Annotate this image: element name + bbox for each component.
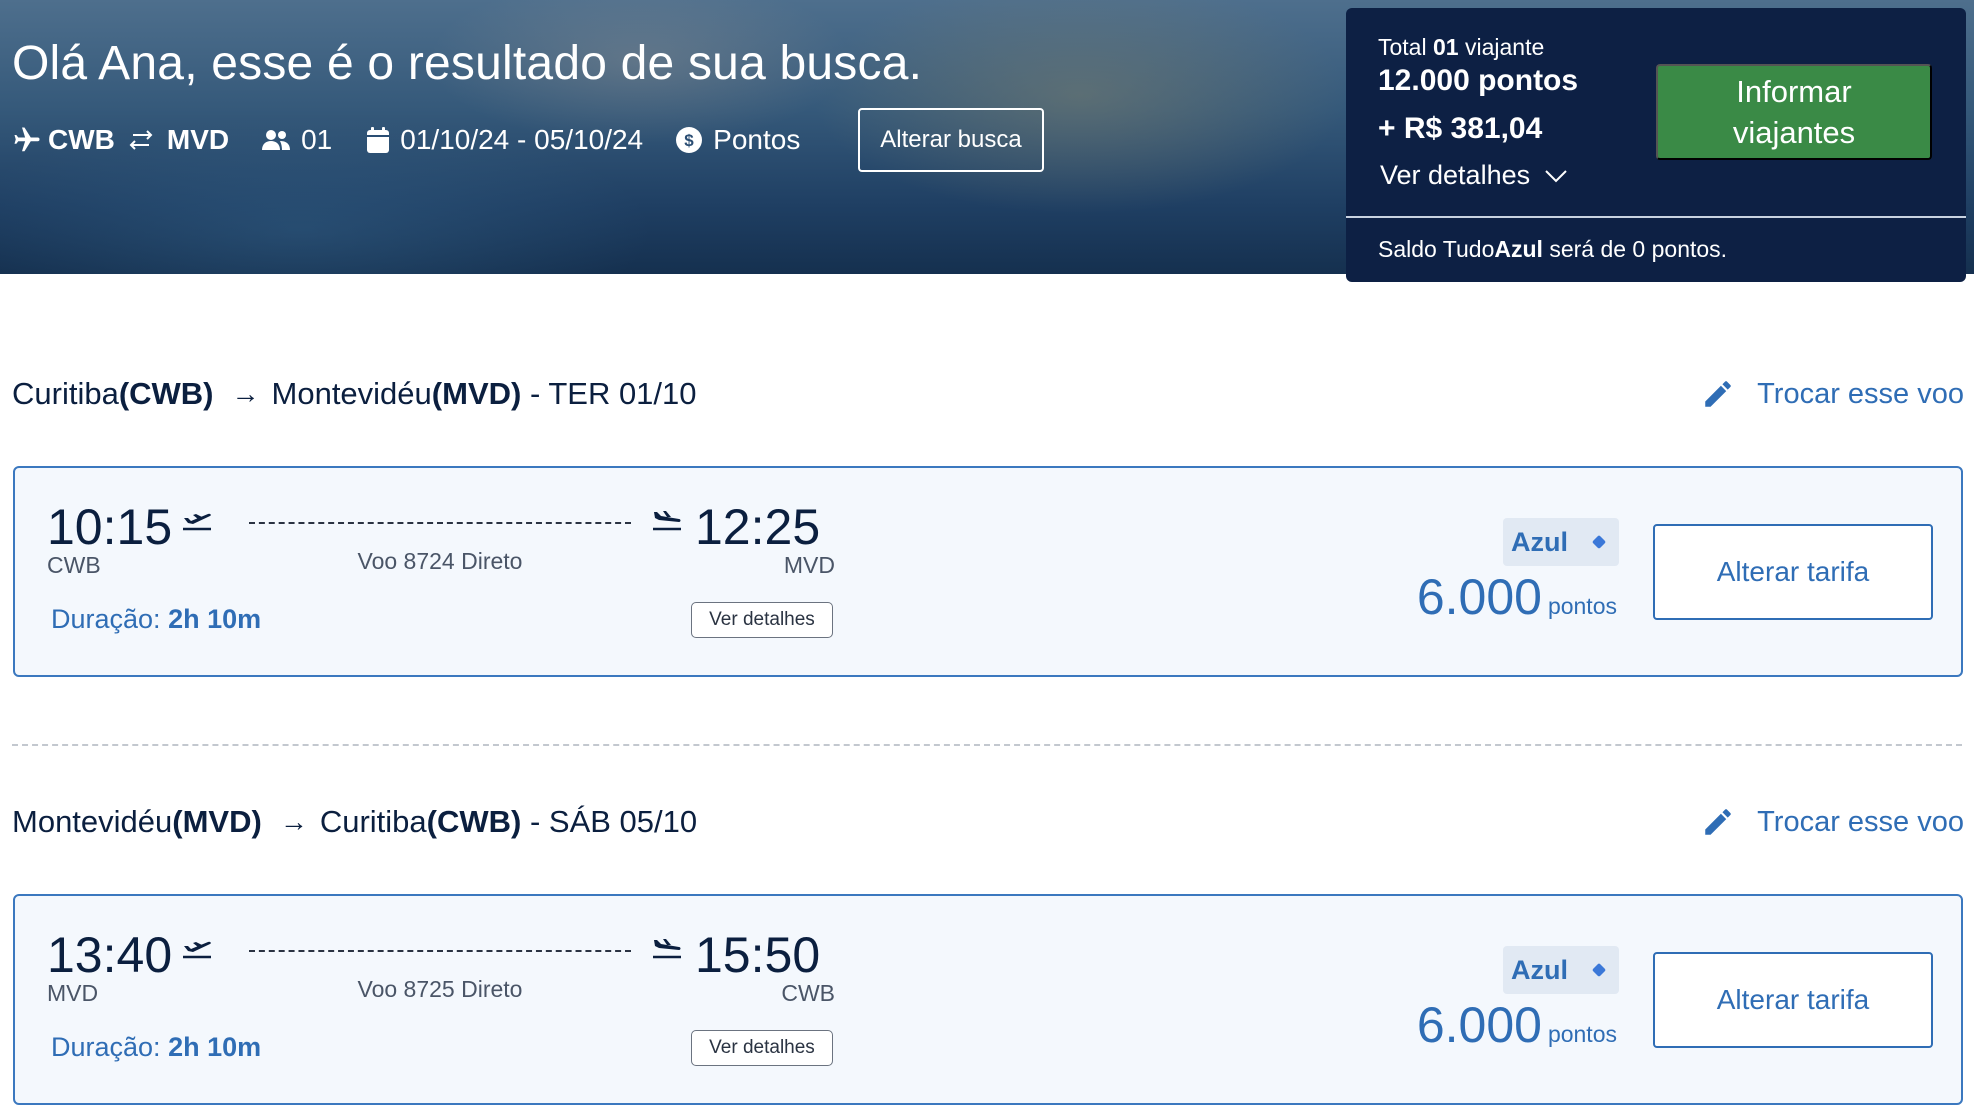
leg-destination-city: Curitiba <box>319 804 427 839</box>
calendar-icon <box>366 126 390 154</box>
arrow-right-icon: → <box>231 378 260 409</box>
balance-suffix: será de 0 pontos. <box>1542 236 1728 262</box>
landing-icon <box>651 934 683 965</box>
takeoff-icon <box>181 934 213 965</box>
route-segment: CWB MVD <box>12 124 229 156</box>
leg-destination-code: (CWB) <box>426 804 522 839</box>
panel-divider <box>1346 216 1966 218</box>
inform-label-line2: viajantes <box>1732 115 1856 150</box>
total-suffix: viajante <box>1458 34 1545 60</box>
fare-points: 6.000 pontos <box>1417 568 1617 626</box>
points-total: 12.000 pontos <box>1378 64 1579 97</box>
leg-destination-city: Montevidéu <box>271 376 432 411</box>
departure-time: 10:15 <box>47 499 173 555</box>
takeoff-icon <box>181 506 213 537</box>
travelers-total: Total 01 viajante <box>1378 34 1544 61</box>
flight-details-button[interactable]: Ver detalhes <box>691 602 833 638</box>
svg-text:$: $ <box>684 131 694 150</box>
leg-origin-city: Montevidéu <box>12 804 173 839</box>
swap-flight-label: Trocar esse voo <box>1757 377 1964 410</box>
departure-time: 13:40 <box>47 927 173 983</box>
return-flight-card[interactable]: 13:40 MVD Voo 8725 Direto 15:50 CWB Dura… <box>13 894 1963 1105</box>
destination-code: MVD <box>166 124 230 155</box>
outbound-leg-header: Curitiba (CWB) → Montevidéu (MVD) - TER … <box>12 372 697 416</box>
travel-dates: 01/10/24 - 05/10/24 <box>400 124 644 155</box>
people-icon <box>261 128 291 152</box>
leg-origin-city: Curitiba <box>12 376 119 411</box>
inform-travelers-button[interactable]: Informar viajantes <box>1656 64 1932 160</box>
landing-icon <box>651 506 683 537</box>
flight-duration: Duração: 2h 10m <box>51 1032 261 1063</box>
page-title: Olá Ana, esse é o resultado de sua busca… <box>12 37 923 90</box>
passenger-count: 01 <box>301 124 333 155</box>
arrival-time: 12:25 <box>695 499 821 555</box>
inform-label-line1: Informar <box>1736 74 1852 109</box>
money-total: + R$ 381,04 <box>1378 112 1543 145</box>
payment-segment: $ Pontos <box>675 124 800 156</box>
passengers-segment: 01 <box>261 124 332 156</box>
total-count: 01 <box>1432 34 1459 60</box>
duration-value: 2h 10m <box>168 1032 262 1062</box>
swap-arrows-icon <box>127 129 155 151</box>
points-balance: Saldo TudoAzul será de 0 pontos. <box>1378 236 1727 263</box>
leg-date: - SÁB 05/10 <box>521 804 698 839</box>
fare-points: 6.000 pontos <box>1417 996 1617 1054</box>
duration-value: 2h 10m <box>168 604 262 634</box>
booking-summary-panel: Total 01 viajante 12.000 pontos + R$ 381… <box>1346 8 1966 282</box>
points-value: 6.000 <box>1416 569 1542 625</box>
search-summary: CWB MVD 01 01/10/24 - 05/10/24 $ Pontos <box>12 120 800 160</box>
route-dashed-line <box>249 522 631 524</box>
flight-number: Voo 8725 Direto <box>357 976 523 1002</box>
departure-airport: CWB <box>47 552 101 578</box>
points-unit: pontos <box>1547 1021 1617 1047</box>
points-value: 6.000 <box>1416 997 1542 1053</box>
return-leg-header: Montevidéu (MVD) → Curitiba (CWB) - SÁB … <box>12 800 697 844</box>
duration-label: Duração: <box>51 604 169 634</box>
diamond-icon <box>1591 534 1607 550</box>
swap-outbound-flight-link[interactable]: Trocar esse voo <box>1701 372 1964 416</box>
payment-type: Pontos <box>713 124 801 155</box>
pencil-icon <box>1701 805 1735 839</box>
diamond-icon <box>1591 962 1607 978</box>
flight-duration: Duração: 2h 10m <box>51 604 261 635</box>
arrival-time: 15:50 <box>695 927 821 983</box>
outbound-flight-card[interactable]: 10:15 CWB Voo 8724 Direto 12:25 MVD Dura… <box>13 466 1963 677</box>
inform-travelers-label: Informar viajantes <box>1733 71 1855 153</box>
fare-badge: Azul <box>1503 946 1619 994</box>
arrival-airport: MVD <box>783 552 835 578</box>
swap-flight-label: Trocar esse voo <box>1757 805 1964 838</box>
leg-date: - TER 01/10 <box>521 376 697 411</box>
arrow-right-icon: → <box>279 806 308 837</box>
fare-name: Azul <box>1511 954 1568 985</box>
balance-brand: Azul <box>1494 236 1543 262</box>
balance-prefix: Saldo Tudo <box>1378 236 1495 262</box>
fare-badge: Azul <box>1503 518 1619 566</box>
change-fare-button[interactable]: Alterar tarifa <box>1653 524 1933 620</box>
chevron-down-icon <box>1544 169 1568 183</box>
departure-airport: MVD <box>47 980 99 1006</box>
swap-return-flight-link[interactable]: Trocar esse voo <box>1701 800 1964 844</box>
summary-details-link[interactable]: Ver detalhes <box>1380 160 1568 191</box>
flight-number: Voo 8724 Direto <box>357 548 523 574</box>
arrival-airport: CWB <box>781 980 835 1006</box>
alter-search-button[interactable]: Alterar busca <box>858 108 1044 172</box>
plane-icon <box>12 125 42 155</box>
pencil-icon <box>1701 377 1735 411</box>
origin-code: CWB <box>48 124 115 155</box>
currency-icon: $ <box>675 126 703 154</box>
total-prefix: Total <box>1378 34 1433 60</box>
legs-divider <box>12 744 1962 746</box>
summary-details-label: Ver detalhes <box>1380 160 1531 190</box>
flight-details-button[interactable]: Ver detalhes <box>691 1030 833 1066</box>
leg-origin-code: (MVD) <box>172 804 262 839</box>
dates-segment: 01/10/24 - 05/10/24 <box>366 124 643 156</box>
leg-origin-code: (CWB) <box>118 376 214 411</box>
duration-label: Duração: <box>51 1032 169 1062</box>
change-fare-button[interactable]: Alterar tarifa <box>1653 952 1933 1048</box>
points-unit: pontos <box>1547 593 1617 619</box>
fare-name: Azul <box>1511 526 1568 557</box>
route-dashed-line <box>249 950 631 952</box>
leg-destination-code: (MVD) <box>431 376 522 411</box>
